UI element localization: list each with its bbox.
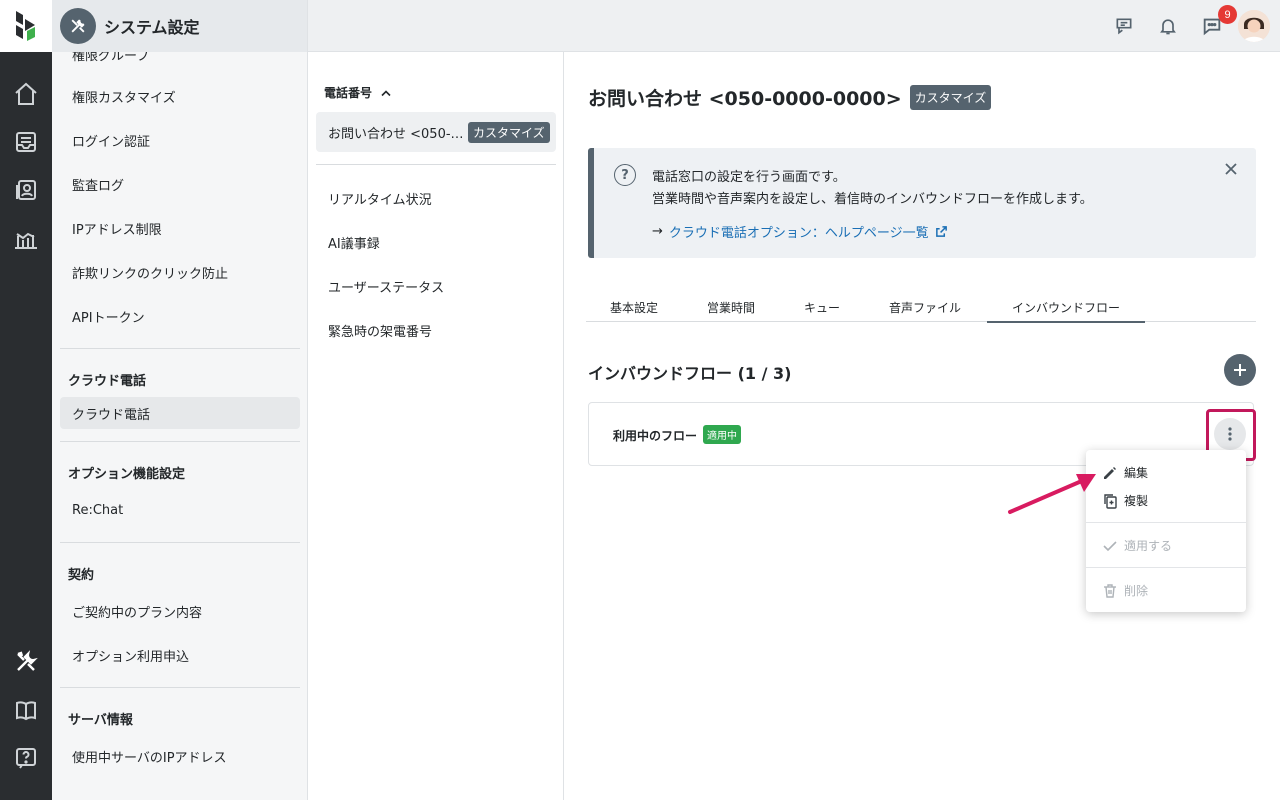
- menu-item-edit[interactable]: 編集: [1102, 464, 1148, 481]
- user-avatar[interactable]: [1238, 10, 1270, 42]
- tab-bar: 基本設定 営業時間 キュー 音声ファイル インバウンドフロー: [586, 296, 1256, 323]
- global-rail: [0, 0, 52, 800]
- link-arrow: →: [652, 224, 663, 239]
- nav-item-option-application[interactable]: オプション利用申込: [60, 639, 300, 671]
- sub-item-realtime-status[interactable]: リアルタイム状況: [328, 189, 432, 208]
- notification-badge: 9: [1218, 5, 1237, 24]
- nav-item-permission-groups[interactable]: 権限グループ: [60, 52, 300, 70]
- phone-number-heading-label: 電話番号: [324, 86, 373, 100]
- nav-item-server-ip[interactable]: 使用中サーバのIPアドレス: [60, 740, 300, 772]
- external-link-icon: [935, 226, 947, 237]
- more-options-button[interactable]: [1214, 418, 1246, 450]
- plus-icon: [1234, 364, 1246, 376]
- page-title: お問い合わせ <050-0000-0000> カスタマイズ: [588, 84, 992, 111]
- help-icon[interactable]: [12, 744, 40, 772]
- chevron-up-icon: [381, 89, 391, 96]
- menu-item-delete-label: 削除: [1124, 584, 1149, 598]
- settings-tools-icon[interactable]: [12, 648, 40, 676]
- menu-item-duplicate[interactable]: 複製: [1102, 492, 1148, 509]
- nav-item-audit-log[interactable]: 監査ログ: [60, 168, 300, 200]
- sub-divider: [316, 164, 556, 165]
- info-line-1: 電話窓口の設定を行う画面です。: [652, 170, 846, 185]
- menu-divider: [1086, 522, 1246, 523]
- nav-item-cloud-phone[interactable]: クラウド電話: [60, 397, 300, 429]
- phone-number-heading[interactable]: 電話番号: [324, 84, 392, 101]
- menu-item-apply-label: 適用する: [1124, 539, 1173, 553]
- trash-icon: [1104, 583, 1116, 598]
- copy-icon: [1104, 493, 1117, 509]
- check-icon: [1103, 540, 1117, 551]
- manual-book-icon[interactable]: [12, 696, 40, 724]
- announcement-icon[interactable]: [1112, 14, 1136, 38]
- page-title-tag: カスタマイズ: [909, 85, 992, 110]
- menu-item-edit-label: 編集: [1124, 466, 1149, 480]
- tab-queue[interactable]: キュー: [804, 299, 840, 316]
- selected-phone-number[interactable]: お問い合わせ <050-0000-0000> カスタマイズ: [316, 112, 556, 152]
- selected-phone-number-label: お問い合わせ <050-0000-0000>: [328, 126, 464, 142]
- help-page-link-text: クラウド電話オプション：ヘルプページ一覧: [668, 226, 929, 241]
- nav-divider: [60, 687, 300, 688]
- tab-inbound-flow[interactable]: インバウンドフロー: [987, 299, 1145, 323]
- analytics-icon[interactable]: [12, 224, 40, 252]
- menu-item-apply: 適用する: [1102, 537, 1172, 554]
- inbox-icon[interactable]: [12, 128, 40, 156]
- tab-basic-settings[interactable]: 基本設定: [610, 299, 658, 316]
- nav-divider: [60, 348, 300, 349]
- help-page-link[interactable]: → クラウド電話オプション：ヘルプページ一覧: [652, 222, 948, 241]
- app-title: システム設定: [104, 18, 200, 37]
- nav-section-cloud-phone: クラウド電話: [68, 374, 147, 389]
- nav-item-rechat[interactable]: Re:Chat: [60, 494, 300, 526]
- close-icon[interactable]: [1224, 162, 1238, 180]
- nav-item-ip-restriction[interactable]: IPアドレス制限: [60, 212, 300, 244]
- tab-audio-files[interactable]: 音声ファイル: [889, 299, 961, 316]
- menu-divider: [1086, 567, 1246, 568]
- info-line-2: 営業時間や音声案内を設定し、着信時のインバウンドフローを作成します。: [652, 192, 1093, 207]
- flow-options-menu: 編集 複製 適用する 削除: [1086, 450, 1246, 612]
- add-flow-button[interactable]: [1224, 354, 1256, 386]
- nav-divider: [60, 441, 300, 442]
- nav-section-server-info: サーバ情報: [68, 713, 133, 728]
- bell-icon[interactable]: [1156, 14, 1180, 38]
- menu-item-duplicate-label: 複製: [1124, 494, 1149, 508]
- flow-name: 利用中のフロー: [613, 429, 698, 443]
- nav-item-login-auth[interactable]: ログイン認証: [60, 124, 300, 156]
- top-header: システム設定 9: [52, 0, 1280, 52]
- page-title-text: お問い合わせ <050-0000-0000>: [588, 88, 902, 110]
- nav-divider: [60, 542, 300, 543]
- section-title: インバウンドフロー (1 / 3): [588, 364, 792, 383]
- home-icon[interactable]: [12, 80, 40, 108]
- sub-item-ai-minutes[interactable]: AI議事録: [328, 233, 380, 252]
- sub-item-user-status[interactable]: ユーザーステータス: [328, 277, 444, 296]
- menu-item-delete: 削除: [1102, 582, 1148, 599]
- nav-section-contract: 契約: [68, 568, 95, 583]
- tab-business-hours[interactable]: 営業時間: [707, 299, 755, 316]
- nav-item-phishing-link-block[interactable]: 詐欺リンクのクリック防止: [60, 256, 300, 288]
- nav-item-permission-customize[interactable]: 権限カスタマイズ: [60, 80, 300, 112]
- nav-item-api-token[interactable]: APIトークン: [60, 300, 300, 332]
- customize-tag: カスタマイズ: [468, 121, 550, 143]
- app-logo[interactable]: [0, 0, 52, 52]
- info-banner: ? 電話窓口の設定を行う画面です。 営業時間や音声案内を設定し、着信時のインバウ…: [588, 148, 1256, 258]
- active-status-badge: 適用中: [703, 425, 741, 444]
- tools-icon: [60, 8, 96, 44]
- nav-section-options: オプション機能設定: [68, 467, 186, 482]
- settings-nav: 権限グループ 権限カスタマイズ ログイン認証 監査ログ IPアドレス制限 詐欺リ…: [52, 52, 308, 800]
- phone-sub-nav: 電話番号 お問い合わせ <050-0000-0000> カスタマイズ リアルタイ…: [308, 52, 564, 800]
- question-icon: ?: [614, 164, 636, 186]
- sub-item-emergency-number[interactable]: 緊急時の架電番号: [328, 321, 432, 340]
- main-content: お問い合わせ <050-0000-0000> カスタマイズ ? 電話窓口の設定を…: [564, 52, 1280, 800]
- more-vertical-icon: [1228, 427, 1232, 441]
- app-header: システム設定: [52, 0, 308, 52]
- contacts-icon[interactable]: [12, 176, 40, 204]
- pencil-icon: [1104, 466, 1116, 479]
- nav-item-current-plan[interactable]: ご契約中のプラン内容: [60, 595, 300, 627]
